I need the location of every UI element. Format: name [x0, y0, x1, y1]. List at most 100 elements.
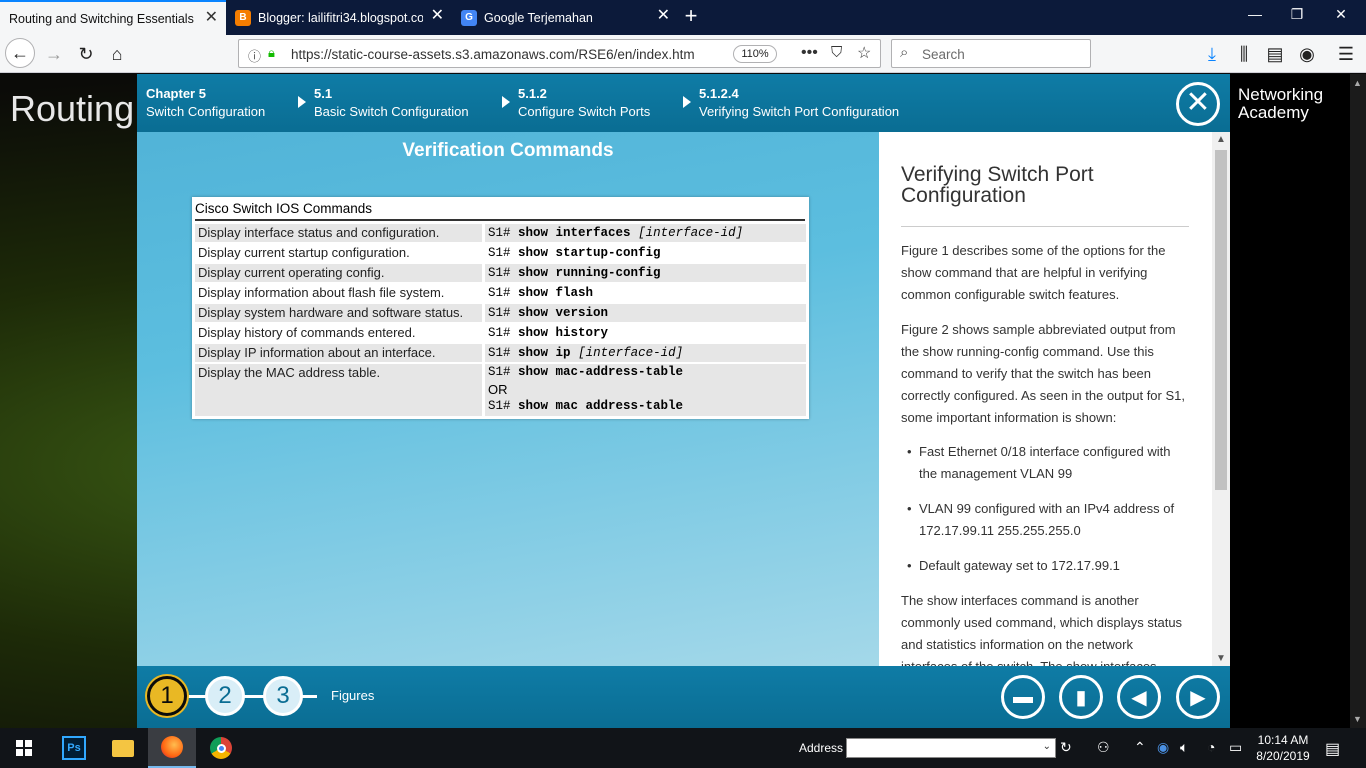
url-text: https://static-course-assets.s3.amazonaw… — [291, 47, 695, 62]
tab-label: Blogger: lailifitri34.blogspot.co — [258, 10, 423, 25]
go-icon[interactable]: ↻ — [1060, 739, 1072, 756]
windows-taskbar: Ps Address ⌄ ↻ ⚇ ⌃ ◉ 🔈︎ ◔ ▭ 10:14 AM 8/2… — [0, 728, 1366, 768]
scroll-up-icon[interactable]: ▲ — [1216, 134, 1226, 145]
reload-icon[interactable]: ↻ — [72, 41, 100, 67]
lock-icon: 🔒︎ — [268, 45, 275, 60]
table-cell-description: Display current startup configuration. — [195, 244, 482, 262]
tab-label: Google Terjemahan — [484, 10, 593, 25]
scroll-up-icon[interactable]: ▲ — [1353, 78, 1362, 88]
search-bar[interactable]: ⌕ — [891, 39, 1091, 68]
table-row: Display history of commands entered. S1#… — [195, 324, 806, 342]
figure-page-2-button[interactable]: 2 — [205, 676, 245, 716]
zoom-level[interactable]: 110% — [733, 45, 777, 63]
window-close-icon[interactable]: ✕ — [1326, 6, 1356, 23]
address-toolbar-label: Address — [799, 741, 844, 755]
back-icon[interactable]: ← — [5, 38, 35, 68]
list-item: Fast Ethernet 0/18 interface configured … — [907, 441, 1187, 485]
breadcrumb-arrow-icon — [502, 96, 510, 108]
tab-google-translate[interactable]: G Google Terjemahan ✕ — [452, 0, 678, 35]
address-toolbar-input[interactable]: ⌄ — [846, 738, 1056, 758]
taskbar-chrome[interactable] — [197, 728, 245, 768]
commands-table: Cisco Switch IOS Commands Display interf… — [192, 197, 809, 419]
show-hidden-icons-icon[interactable]: ⌃ — [1134, 739, 1146, 756]
tab-blogger[interactable]: B Blogger: lailifitri34.blogspot.co ✕ — [226, 0, 452, 35]
table-cell-description: Display system hardware and software sta… — [195, 304, 482, 322]
table-cell-command: S1# show history — [485, 324, 806, 342]
address-bar[interactable]: ⓘ 🔒︎ https://static-course-assets.s3.ama… — [238, 39, 881, 68]
search-input[interactable] — [922, 45, 1082, 63]
chrome-icon — [210, 737, 232, 759]
network-app-icon[interactable]: ◉ — [1157, 739, 1169, 756]
volume-icon[interactable]: 🔈︎ — [1180, 739, 1188, 756]
comment-button[interactable]: ▬ — [1001, 675, 1045, 719]
page-viewport: Routing a Chapter 5 Switch Configuration… — [0, 74, 1366, 728]
tab-routing-switching[interactable]: Routing and Switching Essentials ✕ — [0, 0, 226, 35]
panel-heading: Verifying Switch Port Configuration — [901, 164, 1189, 227]
table-row: Display IP information about an interfac… — [195, 344, 806, 362]
table-cell-command: S1# show flash — [485, 284, 806, 302]
breadcrumb-label: Verifying Switch Port Configuration — [699, 104, 900, 119]
account-icon[interactable]: ◉ — [1293, 41, 1321, 67]
clock-date: 8/20/2019 — [1256, 749, 1310, 763]
next-button[interactable]: ▶ — [1176, 675, 1220, 719]
info-icon[interactable]: ⓘ — [248, 46, 261, 65]
bookmark-star-icon[interactable]: ☆ — [857, 43, 871, 63]
table-row: Display the MAC address table. S1# show … — [195, 364, 806, 416]
breadcrumb-chapter[interactable]: Chapter 5 Switch Configuration — [146, 85, 265, 121]
restore-icon[interactable]: ❐ — [1282, 6, 1312, 23]
page-scrollbar[interactable]: ▲ ▼ — [1350, 74, 1366, 728]
scrollbar-thumb[interactable] — [1215, 150, 1227, 490]
windows-logo-icon — [16, 740, 32, 756]
blogger-icon: B — [235, 9, 251, 26]
table-header: Cisco Switch IOS Commands — [195, 199, 805, 221]
minimize-icon[interactable]: — — [1240, 6, 1270, 22]
clock-time: 10:14 AM — [1257, 733, 1309, 747]
figure-page-1-button[interactable]: 1 — [147, 676, 187, 716]
taskbar-firefox[interactable] — [148, 728, 196, 768]
table-row: Display system hardware and software sta… — [195, 304, 806, 322]
bookmark-button[interactable]: ▮ — [1059, 675, 1103, 719]
home-icon[interactable]: ⌂ — [103, 41, 131, 67]
breadcrumb-page[interactable]: 5.1.2.4 Verifying Switch Port Configurat… — [699, 85, 899, 121]
new-tab-icon[interactable]: + — [681, 5, 701, 27]
taskbar-file-explorer[interactable] — [99, 728, 147, 768]
people-icon[interactable]: ⚇ — [1097, 739, 1110, 756]
table-cell-command: S1# show ip [interface-id] — [485, 344, 806, 362]
wifi-icon[interactable]: ◔ — [1207, 739, 1215, 755]
previous-button[interactable]: ◀ — [1117, 675, 1161, 719]
pocket-icon[interactable]: ⛉ — [831, 44, 842, 61]
photoshop-icon: Ps — [62, 736, 86, 760]
scroll-down-icon[interactable]: ▼ — [1216, 653, 1226, 664]
breadcrumb-arrow-icon — [298, 96, 306, 108]
scroll-down-icon[interactable]: ▼ — [1353, 714, 1362, 724]
breadcrumb-label: Configure Switch Ports — [518, 104, 651, 119]
notifications-icon[interactable]: ▤ — [1325, 739, 1340, 759]
battery-icon[interactable]: ▭ — [1229, 739, 1242, 756]
downloads-icon[interactable]: ⤓ — [1198, 41, 1226, 67]
table-cell-description: Display current operating config. — [195, 264, 482, 282]
breadcrumb-number: 5.1.2.4 — [699, 86, 739, 101]
breadcrumb-number: Chapter 5 — [146, 86, 206, 101]
sidebar-icon[interactable]: ▤ — [1261, 41, 1289, 67]
library-icon[interactable]: ⫼ — [1230, 41, 1258, 67]
close-tab-icon[interactable]: ✕ — [205, 10, 218, 26]
close-tab-icon[interactable]: ✕ — [431, 8, 444, 24]
figure-page-3-button[interactable]: 3 — [263, 676, 303, 716]
close-module-icon[interactable]: ✕ — [1176, 82, 1220, 126]
table-cell-description: Display interface status and configurati… — [195, 224, 482, 242]
chevron-down-icon[interactable]: ⌄ — [1043, 741, 1051, 752]
close-tab-icon[interactable]: ✕ — [657, 8, 670, 24]
taskbar-photoshop[interactable]: Ps — [50, 728, 98, 768]
start-button[interactable] — [0, 728, 48, 768]
list-item: VLAN 99 configured with an IPv4 address … — [907, 498, 1187, 542]
page-actions-icon[interactable]: ••• — [801, 44, 818, 62]
breadcrumb-topic[interactable]: 5.1.2 Configure Switch Ports — [518, 85, 650, 121]
breadcrumb-label: Basic Switch Configuration — [314, 104, 469, 119]
figure-navigation-bar: 1 2 3 Figures ▬ ▮ ◀ ▶ — [137, 666, 1230, 728]
forward-icon[interactable]: → — [40, 41, 68, 67]
menu-icon[interactable]: ☰ — [1332, 41, 1360, 67]
breadcrumb-section[interactable]: 5.1 Basic Switch Configuration — [314, 85, 469, 121]
table-cell-description: Display IP information about an interfac… — [195, 344, 482, 362]
text-panel-scrollbar[interactable]: ▲ ▼ — [1212, 132, 1230, 666]
system-clock[interactable]: 10:14 AM 8/20/2019 — [1251, 732, 1315, 764]
